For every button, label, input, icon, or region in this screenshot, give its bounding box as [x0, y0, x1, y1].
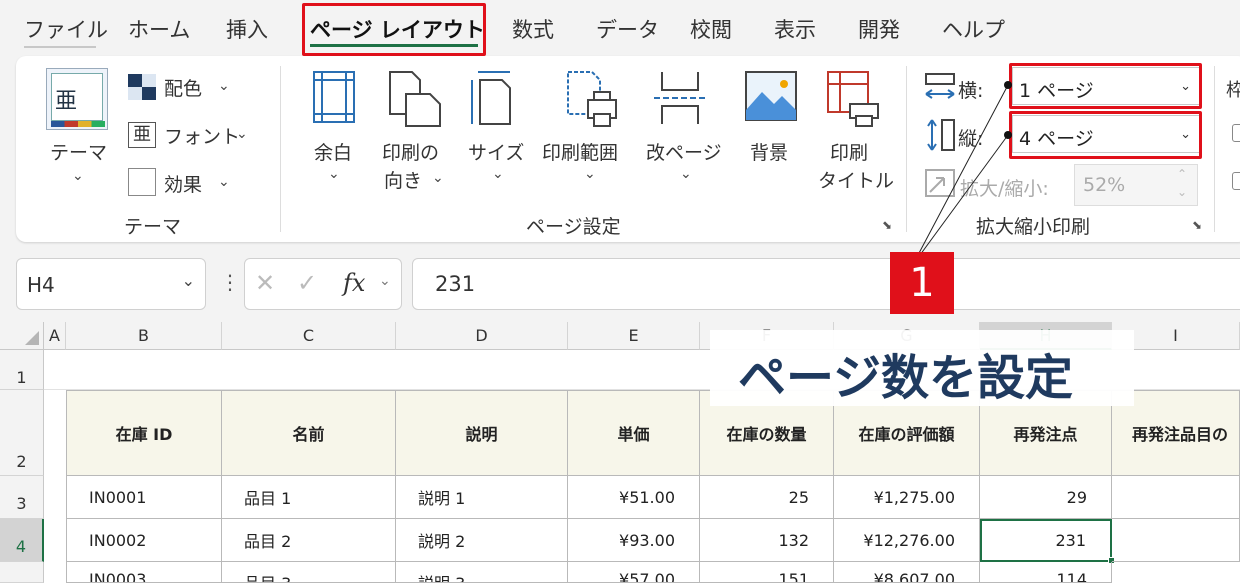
- annotation-leader-lines: [917, 81, 1012, 256]
- annotation-number-badge: 1: [890, 252, 954, 314]
- annotation-label: ページ数を設定: [738, 350, 1074, 406]
